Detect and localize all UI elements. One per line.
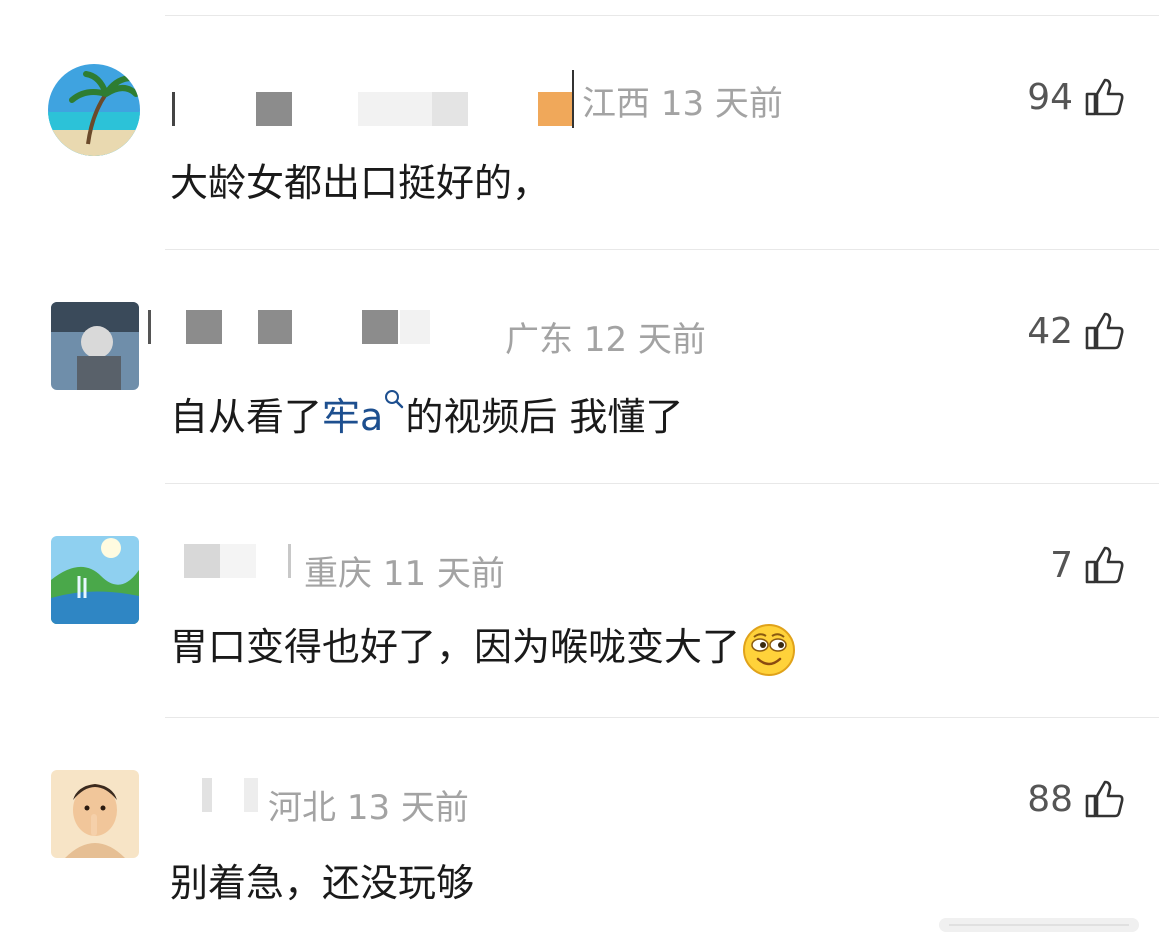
comment-text-part: 的视频后 我懂了: [405, 395, 684, 439]
username-masked[interactable]: [168, 538, 298, 578]
comment-meta: 广东 12 天前: [505, 312, 706, 361]
comment-text-part: 自从看了: [170, 395, 323, 439]
watermark-graphic: [939, 918, 1139, 932]
comment-meta: 江西 13 天前: [582, 76, 783, 125]
location: 河北: [268, 788, 336, 828]
username-masked[interactable]: [148, 304, 508, 344]
username-masked[interactable]: [168, 772, 268, 812]
like-count: 88: [1027, 778, 1073, 820]
timestamp: 13 天前: [660, 84, 783, 124]
timestamp: 13 天前: [346, 788, 469, 828]
location: 江西: [582, 84, 650, 124]
comment-text: 胃口变得也好了，因为喉咙变大了: [170, 616, 796, 677]
topic-label[interactable]: 牢a: [322, 395, 383, 439]
like-count: 42: [1027, 310, 1073, 352]
comment-text: 自从看了牢a 的视频后 我懂了: [170, 386, 683, 441]
search-icon[interactable]: [383, 388, 405, 410]
thumbs-up-icon[interactable]: [1083, 76, 1125, 118]
avatar[interactable]: [51, 302, 139, 390]
avatar[interactable]: [51, 770, 139, 858]
avatar[interactable]: [48, 64, 140, 156]
like-button[interactable]: 94: [1027, 76, 1125, 118]
thumbs-up-icon[interactable]: [1083, 310, 1125, 352]
comment-item: 重庆 11 天前 7 胃口变得也好了，因为喉咙变大了: [0, 484, 1159, 718]
comment-text: 别着急，还没玩够: [170, 861, 475, 905]
comment-text: 大龄女都出口挺好的，: [170, 161, 551, 205]
like-count: 7: [1050, 544, 1073, 586]
like-count: 94: [1027, 76, 1073, 118]
comment-meta: 河北 13 天前: [268, 780, 469, 829]
location: 重庆: [304, 554, 372, 594]
smirk-emoji-icon: [743, 623, 796, 676]
like-button[interactable]: 7: [1050, 544, 1125, 586]
comment-meta: 重庆 11 天前: [304, 546, 505, 595]
thumbs-up-icon[interactable]: [1083, 544, 1125, 586]
like-button[interactable]: 88: [1027, 778, 1125, 820]
comment-item: 江西 13 天前 94 大龄女都出口挺好的，: [0, 16, 1159, 250]
comment-item: 广东 12 天前 42 自从看了牢a 的视频后 我懂了: [0, 250, 1159, 484]
like-button[interactable]: 42: [1027, 310, 1125, 352]
username-masked[interactable]: [168, 86, 573, 126]
comment-text-part: 胃口变得也好了，因为喉咙变大了: [170, 625, 741, 669]
avatar[interactable]: [51, 536, 139, 624]
text-cursor: [572, 70, 574, 128]
thumbs-up-icon[interactable]: [1083, 778, 1125, 820]
topic-link[interactable]: 牢a: [322, 390, 405, 439]
timestamp: 11 天前: [382, 554, 505, 594]
timestamp: 12 天前: [583, 320, 706, 360]
location: 广东: [505, 320, 573, 360]
